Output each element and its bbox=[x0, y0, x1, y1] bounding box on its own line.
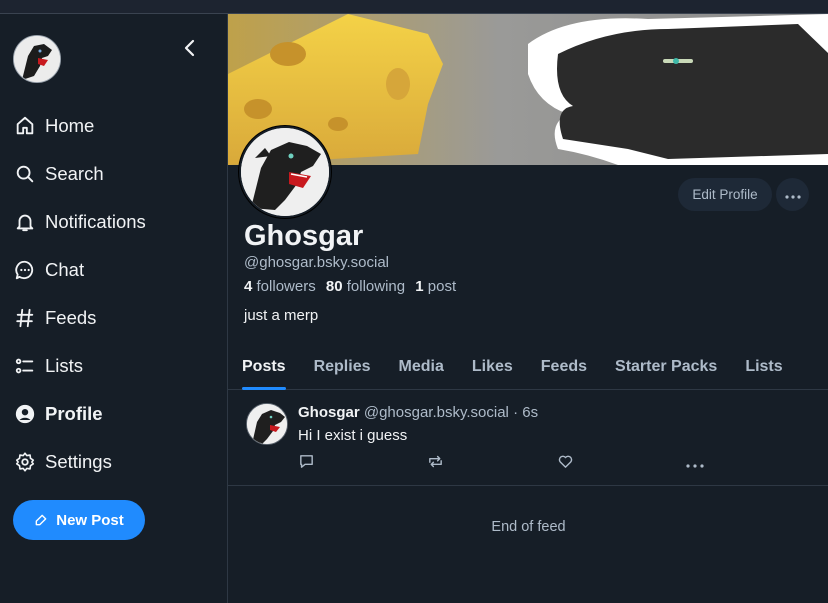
bell-icon bbox=[13, 210, 37, 234]
end-of-feed-text: End of feed bbox=[491, 519, 566, 535]
profile-main: Edit Profile Ghosgar @ghosgar.bsky.socia… bbox=[227, 14, 828, 603]
posts-label: post bbox=[427, 278, 457, 295]
hash-icon bbox=[13, 306, 37, 330]
post-text: Hi I exist i guess bbox=[298, 427, 408, 444]
sidebar-item-label: Settings bbox=[45, 451, 112, 472]
followers-label: followers bbox=[256, 278, 316, 295]
ellipsis-icon bbox=[686, 455, 704, 473]
collapse-sidebar-icon[interactable] bbox=[178, 36, 202, 60]
sidebar-item-label: Home bbox=[45, 115, 95, 136]
profile-bio: just a merp bbox=[244, 307, 319, 324]
repost-button[interactable] bbox=[427, 452, 457, 476]
post-header: Ghosgar @ghosgar.bsky.social · 6s bbox=[298, 404, 538, 421]
list-icon bbox=[13, 354, 37, 378]
reply-button[interactable] bbox=[298, 452, 328, 476]
following-label: following bbox=[346, 278, 406, 295]
new-post-label: New Post bbox=[56, 511, 124, 529]
sidebar-item-lists[interactable]: Lists bbox=[13, 342, 213, 390]
like-button[interactable] bbox=[557, 452, 587, 476]
repost-icon bbox=[427, 453, 444, 475]
window-top-bar bbox=[0, 0, 828, 14]
gear-icon bbox=[13, 450, 37, 474]
reply-icon bbox=[298, 453, 315, 475]
edit-profile-button[interactable]: Edit Profile bbox=[678, 178, 772, 211]
sidebar-item-profile[interactable]: Profile bbox=[13, 390, 213, 438]
following-count: 80 bbox=[325, 278, 343, 295]
sidebar-item-label: Chat bbox=[45, 259, 85, 280]
heart-icon bbox=[557, 453, 574, 475]
post-author-avatar[interactable] bbox=[246, 403, 288, 445]
tab-replies[interactable]: Replies bbox=[314, 344, 371, 390]
sidebar-item-feeds[interactable]: Feeds bbox=[13, 294, 213, 342]
sidebar-nav: Home Search Notifications Chat Feeds Lis… bbox=[13, 102, 213, 486]
edit-profile-label: Edit Profile bbox=[692, 187, 758, 202]
tab-lists[interactable]: Lists bbox=[745, 344, 782, 390]
profile-icon bbox=[13, 402, 37, 426]
profile-avatar[interactable] bbox=[239, 126, 331, 218]
profile-display-name: Ghosgar bbox=[244, 220, 364, 252]
post-author-handle[interactable]: @ghosgar.bsky.social bbox=[364, 404, 509, 421]
post-more-button[interactable] bbox=[686, 452, 716, 476]
sidebar-item-label: Profile bbox=[45, 403, 103, 424]
tab-media[interactable]: Media bbox=[399, 344, 444, 390]
sidebar-item-notifications[interactable]: Notifications bbox=[13, 198, 213, 246]
tab-feeds[interactable]: Feeds bbox=[541, 344, 587, 390]
posts-stat: 1 post bbox=[415, 278, 456, 295]
more-options-button[interactable] bbox=[776, 178, 809, 211]
posts-count: 1 bbox=[415, 278, 424, 295]
followers-count: 4 bbox=[244, 278, 253, 295]
sidebar-avatar[interactable] bbox=[13, 35, 61, 83]
search-icon bbox=[13, 162, 37, 186]
post-timestamp[interactable]: · 6s bbox=[513, 404, 538, 421]
sidebar-item-search[interactable]: Search bbox=[13, 150, 213, 198]
sidebar-item-label: Lists bbox=[45, 355, 84, 376]
sidebar-item-home[interactable]: Home bbox=[13, 102, 213, 150]
profile-tabs: Posts Replies Media Likes Feeds Starter … bbox=[228, 344, 828, 390]
profile-stats: 4 followers 80 following 1 post bbox=[244, 278, 456, 295]
chat-icon bbox=[13, 258, 37, 282]
profile-handle: @ghosgar.bsky.social bbox=[244, 254, 390, 271]
sidebar-item-label: Notifications bbox=[45, 211, 146, 232]
tab-posts[interactable]: Posts bbox=[242, 344, 286, 390]
sidebar: Home Search Notifications Chat Feeds Lis… bbox=[0, 14, 227, 603]
home-icon bbox=[13, 114, 37, 138]
post-author-name[interactable]: Ghosgar bbox=[298, 404, 360, 421]
sidebar-item-settings[interactable]: Settings bbox=[13, 438, 213, 486]
tab-likes[interactable]: Likes bbox=[472, 344, 513, 390]
sidebar-item-chat[interactable]: Chat bbox=[13, 246, 213, 294]
new-post-button[interactable]: New Post bbox=[13, 500, 145, 540]
following-link[interactable]: 80 following bbox=[326, 278, 405, 295]
sidebar-item-label: Feeds bbox=[45, 307, 97, 328]
ellipsis-icon bbox=[784, 186, 801, 204]
feed-post[interactable]: Ghosgar @ghosgar.bsky.social · 6s Hi I e… bbox=[228, 390, 828, 486]
sidebar-item-label: Search bbox=[45, 163, 104, 184]
followers-link[interactable]: 4 followers bbox=[244, 278, 316, 295]
tab-starter-packs[interactable]: Starter Packs bbox=[615, 344, 717, 390]
compose-icon bbox=[34, 513, 48, 527]
